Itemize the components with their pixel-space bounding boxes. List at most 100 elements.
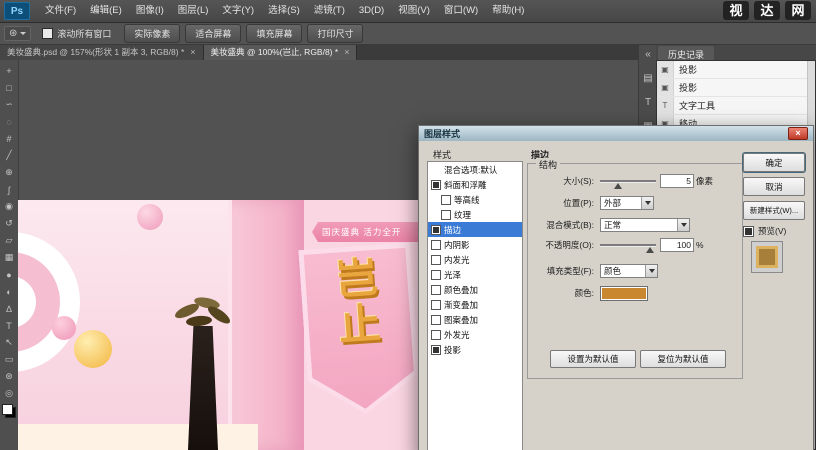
tool-dodge[interactable]: ◐ xyxy=(1,283,17,300)
menu-item-layer[interactable]: 图层(L) xyxy=(171,0,216,22)
photoshop-logo[interactable]: Ps xyxy=(4,2,30,20)
tool-clone-stamp[interactable]: ◉ xyxy=(1,198,17,215)
tool-path-selection[interactable]: ↖ xyxy=(1,334,17,351)
style-checkbox[interactable] xyxy=(431,239,441,250)
style-item-blending-options[interactable]: 混合选项:默认 xyxy=(428,162,522,177)
document-tab-2[interactable]: 美妆盛典 @ 100%(岂止, RGB/8) * × xyxy=(203,44,358,60)
menu-item-type[interactable]: 文字(Y) xyxy=(215,0,261,22)
tool-shape[interactable]: ▭ xyxy=(1,351,17,368)
document-artwork[interactable]: 国庆盛典 活力全开 岂 止 xyxy=(18,200,420,450)
size-input[interactable]: 5 xyxy=(660,174,694,188)
menu-item-3d[interactable]: 3D(D) xyxy=(352,0,391,22)
menu-item-filter[interactable]: 滤镜(T) xyxy=(307,0,352,22)
style-item-stroke[interactable]: 描边 xyxy=(428,222,522,237)
tool-marquee[interactable]: □ xyxy=(1,79,17,96)
slider-thumb-icon[interactable] xyxy=(614,179,622,189)
history-item[interactable]: T 文字工具 xyxy=(657,97,815,115)
set-default-button[interactable]: 设置为默认值 xyxy=(550,350,636,368)
scroll-all-windows-checkbox[interactable]: 滚动所有窗口 xyxy=(42,27,111,40)
style-item-color-overlay[interactable]: 颜色叠加 xyxy=(428,282,522,297)
document-tab-1[interactable]: 美妆盛典.psd @ 157%(形状 1 副本 3, RGB/8) * × xyxy=(0,44,204,60)
hand-tool-preset[interactable]: ⊛ xyxy=(4,25,32,41)
cancel-button[interactable]: 取消 xyxy=(743,177,805,196)
tool-quick-selection[interactable]: ◌ xyxy=(1,113,17,130)
opacity-input[interactable]: 100 xyxy=(660,238,694,252)
history-item[interactable]: ▣ 投影 xyxy=(657,61,815,79)
menu-item-view[interactable]: 视图(V) xyxy=(391,0,437,22)
style-checkbox[interactable] xyxy=(431,269,441,280)
style-checkbox[interactable] xyxy=(431,224,441,235)
style-item-contour[interactable]: 等高线 xyxy=(428,192,522,207)
foreground-color-chip[interactable] xyxy=(2,404,13,415)
actual-pixels-button[interactable]: 实际像素 xyxy=(124,23,181,43)
style-checkbox[interactable] xyxy=(431,299,441,310)
tool-crop[interactable]: # xyxy=(1,130,17,147)
close-tab-icon[interactable]: × xyxy=(344,47,349,57)
style-checkbox[interactable] xyxy=(431,344,441,355)
style-item-pattern-overlay[interactable]: 图案叠加 xyxy=(428,312,522,327)
stroke-color-swatch[interactable] xyxy=(600,285,648,301)
style-item-satin[interactable]: 光泽 xyxy=(428,267,522,282)
menu-item-window[interactable]: 窗口(W) xyxy=(437,0,485,22)
style-checkbox[interactable] xyxy=(431,179,441,190)
print-size-button[interactable]: 打印尺寸 xyxy=(307,23,364,43)
new-style-button[interactable]: 新建样式(W)... xyxy=(743,201,805,220)
tool-blur[interactable]: ● xyxy=(1,266,17,283)
position-select[interactable]: 外部 xyxy=(600,196,654,210)
style-checkbox[interactable] xyxy=(431,254,441,265)
character-panel-icon[interactable]: T xyxy=(645,97,651,108)
reset-default-button[interactable]: 复位为默认值 xyxy=(640,350,726,368)
document-tab-label: 美妆盛典.psd @ 157%(形状 1 副本 3, RGB/8) * xyxy=(7,47,185,57)
menu-item-help[interactable]: 帮助(H) xyxy=(485,0,531,22)
tool-move[interactable]: + xyxy=(1,62,17,79)
style-item-drop-shadow[interactable]: 投影 xyxy=(428,342,522,357)
menu-item-image[interactable]: 图像(I) xyxy=(129,0,171,22)
tool-hand[interactable]: ⊛ xyxy=(1,368,17,385)
slider-thumb-icon[interactable] xyxy=(646,243,654,253)
tool-gradient[interactable]: ▦ xyxy=(1,249,17,266)
menu-item-edit[interactable]: 编辑(E) xyxy=(83,0,129,22)
tool-eyedropper[interactable]: ╱ xyxy=(1,147,17,164)
dialog-titlebar[interactable]: 图层样式 × xyxy=(419,126,813,141)
color-swatches[interactable] xyxy=(2,404,16,418)
tool-lasso[interactable]: ∽ xyxy=(1,96,17,113)
crop-icon: # xyxy=(6,133,12,144)
opacity-slider[interactable] xyxy=(600,238,656,253)
fill-type-select[interactable]: 颜色 xyxy=(600,264,658,278)
style-checkbox[interactable] xyxy=(431,329,441,340)
blend-mode-select[interactable]: 正常 xyxy=(600,218,690,232)
tool-zoom[interactable]: ◎ xyxy=(1,385,17,402)
fill-type-label: 填充类型(F): xyxy=(546,266,594,276)
tool-type[interactable]: T xyxy=(1,317,17,334)
tool-healing-brush[interactable]: ⊕ xyxy=(1,164,17,181)
style-item-bevel-emboss[interactable]: 斜面和浮雕 xyxy=(428,177,522,192)
fit-screen-button[interactable]: 适合屏幕 xyxy=(185,23,242,43)
menu-item-select[interactable]: 选择(S) xyxy=(261,0,307,22)
style-checkbox[interactable] xyxy=(431,284,441,295)
tool-history-brush[interactable]: ↺ xyxy=(1,215,17,232)
style-checkbox[interactable] xyxy=(441,209,451,220)
slider-track[interactable] xyxy=(600,180,656,183)
expand-panels-icon[interactable]: « xyxy=(645,49,651,60)
ok-button[interactable]: 确定 xyxy=(743,153,805,172)
style-item-inner-glow[interactable]: 内发光 xyxy=(428,252,522,267)
size-slider[interactable] xyxy=(600,174,656,189)
tool-pen[interactable]: ∆ xyxy=(1,300,17,317)
style-item-inner-shadow[interactable]: 内阴影 xyxy=(428,237,522,252)
style-checkbox[interactable] xyxy=(441,194,451,205)
menu-item-file[interactable]: 文件(F) xyxy=(38,0,83,22)
fill-screen-button[interactable]: 填充屏幕 xyxy=(246,23,303,43)
watermark-char: 视 xyxy=(723,1,749,20)
close-tab-icon[interactable]: × xyxy=(190,47,195,57)
close-icon[interactable]: × xyxy=(788,127,808,140)
tool-eraser[interactable]: ▱ xyxy=(1,232,17,249)
style-checkbox[interactable] xyxy=(431,314,441,325)
history-item[interactable]: ▣ 投影 xyxy=(657,79,815,97)
style-item-gradient-overlay[interactable]: 渐变叠加 xyxy=(428,297,522,312)
tool-brush[interactable]: ʃ xyxy=(1,181,17,198)
style-item-texture[interactable]: 纹理 xyxy=(428,207,522,222)
style-item-outer-glow[interactable]: 外发光 xyxy=(428,327,522,342)
watermark-char: 达 xyxy=(754,1,780,20)
swatches-panel-icon[interactable]: ▤ xyxy=(643,73,652,84)
preview-checkbox[interactable]: 预览(V) xyxy=(743,225,786,237)
